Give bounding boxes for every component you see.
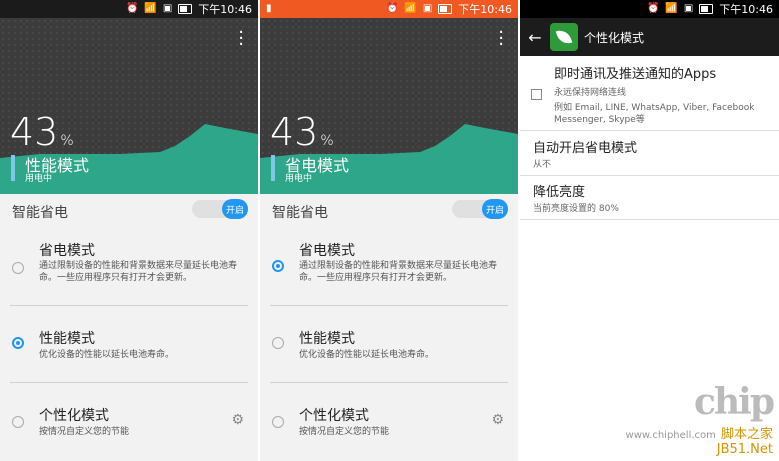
alarm-icon: ⏰ [125, 3, 139, 14]
setting-sub: 永远保持网络连线 [554, 88, 627, 98]
mode-indicator-bar [271, 155, 275, 181]
divider [270, 305, 508, 306]
status-time: 下午10:46 [719, 3, 773, 16]
smart-saving-label: 智能省电 [12, 205, 68, 221]
option-desc: 通过限制设备的性能和背景数据来尽量延长电池寿命。一些应用程序只有打开才会更新。 [39, 261, 238, 283]
battery-hero: · · · 43% 性能模式 用电中 [0, 18, 258, 194]
option-title: 性能模式 [299, 331, 355, 347]
battery-panel-power-saving: ▮ ⏰ 📶 ▣ 下午10:46 · · · 43% 省电模式 用电中 智能省电 开启… [260, 0, 518, 461]
sim-icon: ▣ [683, 3, 694, 14]
page-title: 个性化模式 [584, 30, 645, 45]
option-title: 个性化模式 [299, 408, 369, 424]
status-bar: ⏰ 📶 ▣ 下午10:46 [520, 0, 779, 18]
battery-percent: 43% [10, 110, 74, 154]
status-time: 下午10:46 [198, 3, 252, 16]
divider [270, 382, 508, 383]
battery-icon [178, 4, 193, 14]
radio-performance[interactable] [12, 337, 24, 349]
setting-title: 即时通讯及推送通知的Apps [554, 67, 717, 82]
setting-sub: 当前亮度设置的 80% [533, 204, 619, 214]
gear-icon[interactable]: ⚙ [491, 412, 504, 428]
setting-detail: 例如 Email, LINE, WhatsApp, Viber, Faceboo… [554, 103, 755, 125]
alarm-icon: ⏰ [385, 3, 399, 14]
radio-power-saving[interactable] [12, 262, 24, 274]
setting-sub: 从不 [533, 160, 552, 170]
status-time: 下午10:46 [458, 3, 512, 16]
status-bar: ▮ ⏰ 📶 ▣ 下午10:46 [260, 0, 518, 18]
setting-auto-power-saving[interactable]: 自动开启省电模式 从不 [520, 130, 779, 176]
leaf-app-icon [550, 23, 578, 51]
watermark-site2: JB51.Net [716, 442, 773, 457]
setting-im-apps[interactable]: 即时通讯及推送通知的Apps 永远保持网络连线 例如 Email, LINE, … [520, 56, 779, 130]
option-desc: 按情况自定义您的节能 [299, 427, 390, 437]
divider [10, 382, 248, 383]
battery-icon [438, 4, 453, 14]
toggle-label: 开启 [222, 199, 248, 219]
option-title: 个性化模式 [39, 408, 109, 424]
option-desc: 通过限制设备的性能和背景数据来尽量延长电池寿命。一些应用程序只有打开才会更新。 [299, 261, 498, 283]
setting-reduce-brightness[interactable]: 降低亮度 当前亮度设置的 80% [520, 175, 779, 220]
sim-icon: ▣ [422, 3, 433, 14]
option-desc: 优化设备的性能以延长电池寿命。 [299, 350, 435, 360]
setting-title: 降低亮度 [533, 185, 586, 200]
custom-mode-settings: ⏰ 📶 ▣ 下午10:46 ← 个性化模式 即时通讯及推送通知的Apps 永远保… [520, 0, 779, 461]
battery-percent: 43% [270, 110, 334, 154]
watermark-logo: chip [694, 381, 775, 423]
watermark: chip www.chiphell.com 脚本之家 JB51.Net [625, 381, 775, 457]
battery-panel-performance: ⏰ 📶 ▣ 下午10:46 · · · 43% 性能模式 用电中 智能省电 开启 省… [0, 0, 258, 461]
alarm-icon: ⏰ [646, 3, 660, 14]
smart-saving-toggle[interactable]: 开启 [192, 199, 248, 219]
im-apps-checkbox[interactable] [531, 89, 542, 100]
mode-indicator-bar [11, 155, 15, 181]
gear-icon[interactable]: ⚙ [231, 412, 244, 428]
radio-custom[interactable] [272, 416, 284, 428]
sim-icon: ▣ [162, 3, 173, 14]
wifi-icon: 📶 [665, 3, 678, 14]
current-mode-status: 用电中 [285, 174, 313, 184]
option-title: 性能模式 [39, 331, 95, 347]
option-desc: 优化设备的性能以延长电池寿命。 [39, 350, 175, 360]
smart-saving-row: 智能省电 开启 [260, 196, 518, 224]
option-title: 省电模式 [39, 243, 95, 259]
battery-icon [699, 4, 714, 14]
app-bar: ← 个性化模式 [520, 18, 779, 56]
overflow-menu-icon[interactable]: · · · [238, 24, 244, 54]
divider [10, 305, 248, 306]
current-mode-status: 用电中 [25, 174, 53, 184]
back-arrow-icon[interactable]: ← [520, 28, 550, 47]
wifi-icon: 📶 [144, 3, 157, 14]
toggle-label: 开启 [482, 199, 508, 219]
smart-saving-label: 智能省电 [272, 205, 328, 221]
radio-custom[interactable] [12, 416, 24, 428]
watermark-url: www.chiphell.com [625, 430, 716, 441]
radio-power-saving[interactable] [272, 260, 284, 272]
setting-title: 自动开启省电模式 [533, 141, 638, 156]
battery-saver-icon: ▮ [266, 3, 272, 14]
status-bar: ⏰ 📶 ▣ 下午10:46 [0, 0, 258, 18]
radio-performance[interactable] [272, 337, 284, 349]
option-desc: 按情况自定义您的节能 [39, 427, 130, 437]
watermark-site: 脚本之家 [720, 427, 773, 442]
battery-hero: · · · 43% 省电模式 用电中 [260, 18, 518, 194]
option-title: 省电模式 [299, 243, 355, 259]
smart-saving-toggle[interactable]: 开启 [452, 199, 508, 219]
overflow-menu-icon[interactable]: · · · [498, 24, 504, 54]
smart-saving-row: 智能省电 开启 [0, 196, 258, 224]
wifi-icon: 📶 [404, 3, 417, 14]
